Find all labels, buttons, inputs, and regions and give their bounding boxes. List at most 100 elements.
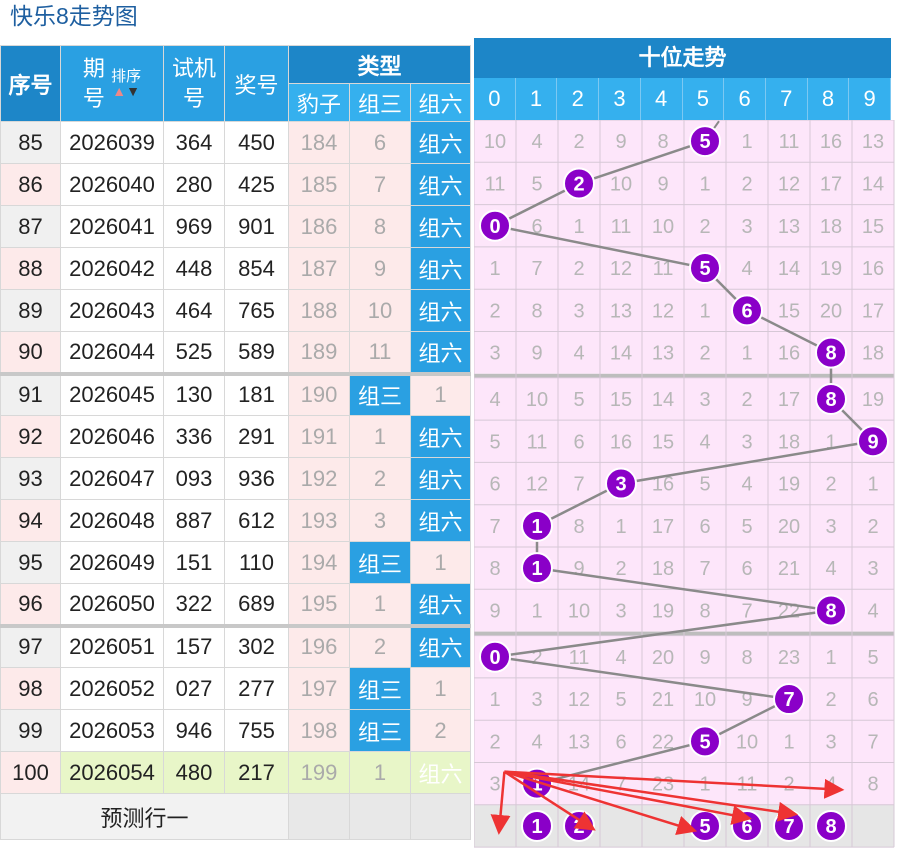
- trend-col-header: 3: [599, 78, 641, 120]
- cell-seq: 96: [0, 583, 61, 626]
- miss-value: 6: [741, 558, 752, 580]
- miss-value: 13: [862, 131, 884, 153]
- miss-value: 11: [527, 431, 548, 453]
- cell-prize: 181: [224, 371, 289, 416]
- hit-ball-label: 7: [783, 689, 794, 711]
- table-row: 86 2026040 280 425 185 7 组六: [0, 163, 472, 206]
- cell-seq: 85: [0, 121, 61, 164]
- table-row: 99 2026053 946 755 198 组三 2: [0, 709, 472, 752]
- miss-value: 11: [569, 647, 590, 669]
- miss-value: 18: [778, 431, 800, 453]
- miss-value: 19: [820, 258, 842, 280]
- sort-arrows-icon: ▲▼: [112, 82, 140, 99]
- predict-ball-label: 7: [783, 816, 794, 838]
- trend-col-header: 5: [682, 78, 725, 120]
- miss-value: 2: [489, 731, 500, 753]
- col-leopard: 豹子: [288, 83, 350, 122]
- cell-group3: 1: [349, 751, 411, 794]
- hit-ball-label: 0: [489, 647, 500, 669]
- predict-ball-label: 8: [825, 816, 836, 838]
- miss-value: 4: [573, 343, 584, 365]
- cell-group3: 组三: [349, 709, 411, 752]
- miss-value: 3: [573, 300, 584, 322]
- cell-trial: 364: [163, 121, 225, 164]
- page-title: 快乐8走势图: [10, 3, 138, 29]
- miss-value: 7: [699, 558, 710, 580]
- miss-value: 19: [862, 389, 884, 411]
- cell-prize: 425: [224, 163, 289, 206]
- table-row: 90 2026044 525 589 189 11 组六: [0, 331, 472, 374]
- cell-seq: 88: [0, 247, 61, 290]
- cell-seq: 90: [0, 331, 61, 374]
- cell-prize: 612: [224, 499, 289, 542]
- table-row: 87 2026041 969 901 186 8 组六: [0, 205, 472, 248]
- miss-value: 3: [825, 516, 836, 538]
- cell-seq: 86: [0, 163, 61, 206]
- hit-ball-label: 8: [825, 600, 836, 622]
- cell-issue: 2026048: [60, 499, 164, 542]
- hit-ball-label: 2: [573, 173, 584, 195]
- miss-value: 4: [867, 600, 878, 622]
- hit-ball-label: 1: [531, 558, 542, 580]
- table-row: 98 2026052 027 277 197 组三 1: [0, 667, 472, 710]
- miss-value: 4: [699, 431, 710, 453]
- miss-value: 10: [652, 216, 674, 238]
- miss-value: 12: [652, 300, 674, 322]
- hit-ball-label: 9: [867, 431, 878, 453]
- cell-seq: 99: [0, 709, 61, 752]
- table-row: 88 2026042 448 854 187 9 组六: [0, 247, 472, 290]
- cell-group3: 组三: [349, 371, 411, 416]
- cell-leopard: 198: [288, 709, 350, 752]
- miss-value: 1: [741, 131, 752, 153]
- miss-value: 9: [699, 647, 710, 669]
- table-row: 94 2026048 887 612 193 3 组六: [0, 499, 472, 542]
- miss-value: 5: [867, 647, 878, 669]
- cell-trial: 151: [163, 541, 225, 584]
- miss-value: 15: [778, 300, 800, 322]
- miss-value: 10: [484, 131, 506, 153]
- cell-group3: 10: [349, 289, 411, 332]
- cell-issue: 2026040: [60, 163, 164, 206]
- miss-value: 1: [699, 774, 710, 796]
- miss-value: 14: [862, 173, 884, 195]
- miss-value: 14: [652, 389, 674, 411]
- miss-value: 18: [652, 558, 674, 580]
- cell-leopard: 191: [288, 415, 350, 458]
- predict-empty-cell: [288, 793, 350, 840]
- cell-trial: 322: [163, 583, 225, 626]
- miss-value: 2: [783, 774, 794, 796]
- miss-value: 2: [867, 516, 878, 538]
- miss-value: 4: [531, 731, 542, 753]
- miss-value: 4: [741, 474, 752, 496]
- cell-leopard: 185: [288, 163, 350, 206]
- col-prize: 奖号: [224, 45, 289, 122]
- cell-group6: 组六: [409, 205, 472, 248]
- miss-value: 16: [820, 131, 842, 153]
- cell-trial: 093: [163, 457, 225, 500]
- table-row: 93 2026047 093 936 192 2 组六: [0, 457, 472, 500]
- sort-button[interactable]: 排序 ▲▼: [111, 69, 141, 99]
- miss-value: 9: [489, 600, 500, 622]
- table-row: 89 2026043 464 765 188 10 组六: [0, 289, 472, 332]
- cell-issue: 2026054: [60, 751, 164, 794]
- miss-value: 10: [526, 389, 548, 411]
- miss-value: 12: [610, 258, 632, 280]
- miss-value: 9: [531, 343, 542, 365]
- miss-value: 2: [573, 258, 584, 280]
- cell-leopard: 193: [288, 499, 350, 542]
- cell-trial: 969: [163, 205, 225, 248]
- cell-issue: 2026052: [60, 667, 164, 710]
- cell-issue: 2026042: [60, 247, 164, 290]
- cell-seq: 97: [0, 623, 61, 668]
- cell-group3: 6: [349, 121, 411, 164]
- cell-leopard: 199: [288, 751, 350, 794]
- miss-value: 19: [778, 474, 800, 496]
- col-trial-a: 试机: [171, 55, 216, 81]
- trend-col-header: 0: [474, 78, 516, 120]
- table-row: 91 2026045 130 181 190 组三 1: [0, 371, 472, 416]
- miss-value: 8: [573, 516, 584, 538]
- miss-value: 15: [652, 431, 674, 453]
- cell-prize: 901: [224, 205, 289, 248]
- miss-value: 5: [531, 173, 542, 195]
- cell-seq: 94: [0, 499, 61, 542]
